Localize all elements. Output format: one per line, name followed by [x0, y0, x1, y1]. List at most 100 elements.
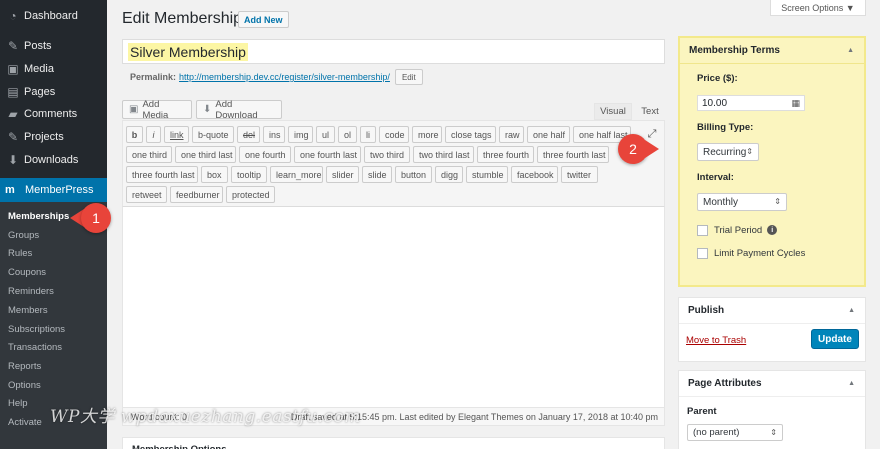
sidebar-item-posts[interactable]: ✎ Posts	[0, 35, 107, 57]
qt-two-third-button[interactable]: two third	[364, 146, 410, 163]
collapse-arrow-icon[interactable]: ▲	[847, 47, 854, 54]
submenu-memberships[interactable]: Memberships	[8, 208, 69, 224]
move-to-trash-link[interactable]: Move to Trash	[686, 335, 746, 346]
qt-three-fourth-last-button-2[interactable]: three fourth last	[126, 166, 198, 183]
qt-one-third-button[interactable]: one third	[126, 146, 172, 163]
qt-one-fourth-last-button[interactable]: one fourth last	[294, 146, 361, 163]
limit-cycles-checkbox[interactable]	[697, 247, 708, 259]
submenu-rules[interactable]: Rules	[8, 245, 32, 261]
permalink-edit-button[interactable]: Edit	[394, 69, 423, 85]
sidebar-item-dashboard[interactable]: ◔ Dashboard	[0, 5, 107, 27]
dashboard-icon: ◔	[9, 9, 17, 23]
qt-del-button[interactable]: del	[237, 126, 260, 143]
collapse-arrow-icon[interactable]: ▲	[848, 307, 855, 314]
submenu-options[interactable]: Options	[8, 377, 41, 393]
post-title-input[interactable]: Silver Membership	[122, 39, 665, 64]
update-button[interactable]: Update	[811, 329, 859, 349]
info-icon[interactable]: i	[767, 225, 778, 235]
qt-stumble-button[interactable]: stumble	[466, 166, 508, 183]
sidebar-item-label: Posts	[24, 40, 52, 52]
submenu-reports[interactable]: Reports	[8, 358, 41, 374]
qt-li-button[interactable]: li	[360, 126, 376, 143]
qt-feedburner-button[interactable]: feedburner	[170, 186, 223, 203]
callout-number: 2	[618, 134, 648, 164]
qt-code-button[interactable]: code	[379, 126, 409, 143]
callout-number: 1	[81, 203, 111, 233]
add-new-button[interactable]: Add New	[238, 11, 289, 28]
billing-type-select[interactable]: Recurring ⇕	[697, 143, 759, 161]
qt-ins-button[interactable]: ins	[263, 126, 285, 143]
qt-facebook-button[interactable]: facebook	[511, 166, 558, 183]
submenu-transactions[interactable]: Transactions	[8, 339, 62, 355]
interval-select[interactable]: Monthly ⇕	[697, 193, 787, 211]
qt-three-fourth-last-button[interactable]: three fourth last	[537, 146, 609, 163]
qt-slide-button[interactable]: slide	[362, 166, 392, 183]
interval-value: Monthly	[703, 196, 739, 208]
tab-text[interactable]: Text	[634, 103, 666, 120]
publish-header[interactable]: Publish ▲	[679, 298, 865, 324]
sidebar-item-media[interactable]: ▣ Media	[0, 58, 107, 80]
comment-icon: ▰	[8, 107, 18, 121]
qt-box-button[interactable]: box	[201, 166, 228, 183]
qt-retweet-button[interactable]: retweet	[126, 186, 167, 203]
membership-options-box[interactable]: Membership Options	[122, 437, 665, 449]
tab-visual[interactable]: Visual	[594, 103, 632, 120]
qt-tooltip-button[interactable]: tooltip	[231, 166, 267, 183]
qt-protected-button[interactable]: protected	[226, 186, 275, 203]
trial-period-checkbox[interactable]	[697, 224, 708, 236]
qt-more-button[interactable]: more	[412, 126, 442, 143]
qt-img-button[interactable]: img	[288, 126, 313, 143]
calculator-icon: ▦	[791, 98, 800, 108]
billing-type-value: Recurring	[703, 146, 747, 158]
qt-two-third-last-button[interactable]: two third last	[413, 146, 474, 163]
sidebar-item-comments[interactable]: ▰ Comments	[0, 103, 107, 125]
limit-cycles-row[interactable]: Limit Payment Cycles	[697, 247, 805, 259]
page-attributes-header[interactable]: Page Attributes ▲	[679, 371, 865, 397]
collapse-arrow-icon[interactable]: ▲	[848, 380, 855, 387]
parent-label: Parent	[687, 406, 717, 417]
trial-period-row[interactable]: Trial Period i	[697, 224, 778, 236]
qt-ol-button[interactable]: ol	[338, 126, 357, 143]
price-input[interactable]: 10.00 ▦	[697, 95, 805, 111]
qt-ul-button[interactable]: ul	[316, 126, 335, 143]
qt-bquote-button[interactable]: b-quote	[192, 126, 234, 143]
screen-options-button[interactable]: Screen Options ▼	[770, 0, 866, 16]
sidebar-item-label: Media	[24, 63, 54, 75]
submenu-subscriptions[interactable]: Subscriptions	[8, 321, 65, 337]
qt-link-button[interactable]: link	[164, 126, 189, 143]
qt-bold-button[interactable]: b	[126, 126, 143, 143]
submenu-coupons[interactable]: Coupons	[8, 264, 46, 280]
submenu-help[interactable]: Help	[8, 395, 28, 411]
sidebar-item-pages[interactable]: ▤ Pages	[0, 81, 107, 103]
submenu-activate[interactable]: Activate	[8, 414, 42, 430]
permalink-row: Permalink: http://membership.dev.cc/regi…	[130, 69, 423, 85]
sidebar-item-projects[interactable]: ✎ Projects	[0, 126, 107, 148]
membership-terms-header[interactable]: Membership Terms ▲	[680, 38, 864, 64]
qt-italic-button[interactable]: i	[146, 126, 161, 143]
add-media-button[interactable]: ▣ Add Media	[122, 99, 192, 121]
qt-close-tags-button[interactable]: close tags	[445, 126, 496, 143]
memberpress-logo-icon: m	[5, 184, 15, 196]
qt-digg-button[interactable]: digg	[435, 166, 463, 183]
qt-one-third-last-button[interactable]: one third last	[175, 146, 236, 163]
qt-one-fourth-button[interactable]: one fourth	[239, 146, 291, 163]
submenu-members[interactable]: Members	[8, 302, 48, 318]
price-value: 10.00	[702, 97, 728, 109]
qt-raw-button[interactable]: raw	[499, 126, 524, 143]
download-icon: ⬇	[7, 153, 19, 167]
qt-twitter-button[interactable]: twitter	[561, 166, 598, 183]
sidebar-item-downloads[interactable]: ⬇ Downloads	[0, 149, 107, 171]
qt-learn-more-button[interactable]: learn_more	[270, 166, 323, 183]
qt-slider-button[interactable]: slider	[326, 166, 359, 183]
permalink-link[interactable]: http://membership.dev.cc/register/silver…	[179, 72, 390, 82]
parent-select[interactable]: (no parent) ⇕	[687, 424, 783, 441]
callout-marker-2: 2	[618, 134, 659, 164]
qt-one-half-button[interactable]: one half	[527, 126, 570, 143]
qt-button-button[interactable]: button	[395, 166, 432, 183]
submenu-reminders[interactable]: Reminders	[8, 283, 54, 299]
add-download-button[interactable]: ⬇ Add Download	[196, 99, 282, 121]
submenu-groups[interactable]: Groups	[8, 227, 39, 243]
sidebar-item-memberpress[interactable]: m MemberPress	[0, 178, 107, 202]
callout-pointer	[645, 140, 659, 158]
qt-three-fourth-button[interactable]: three fourth	[477, 146, 534, 163]
